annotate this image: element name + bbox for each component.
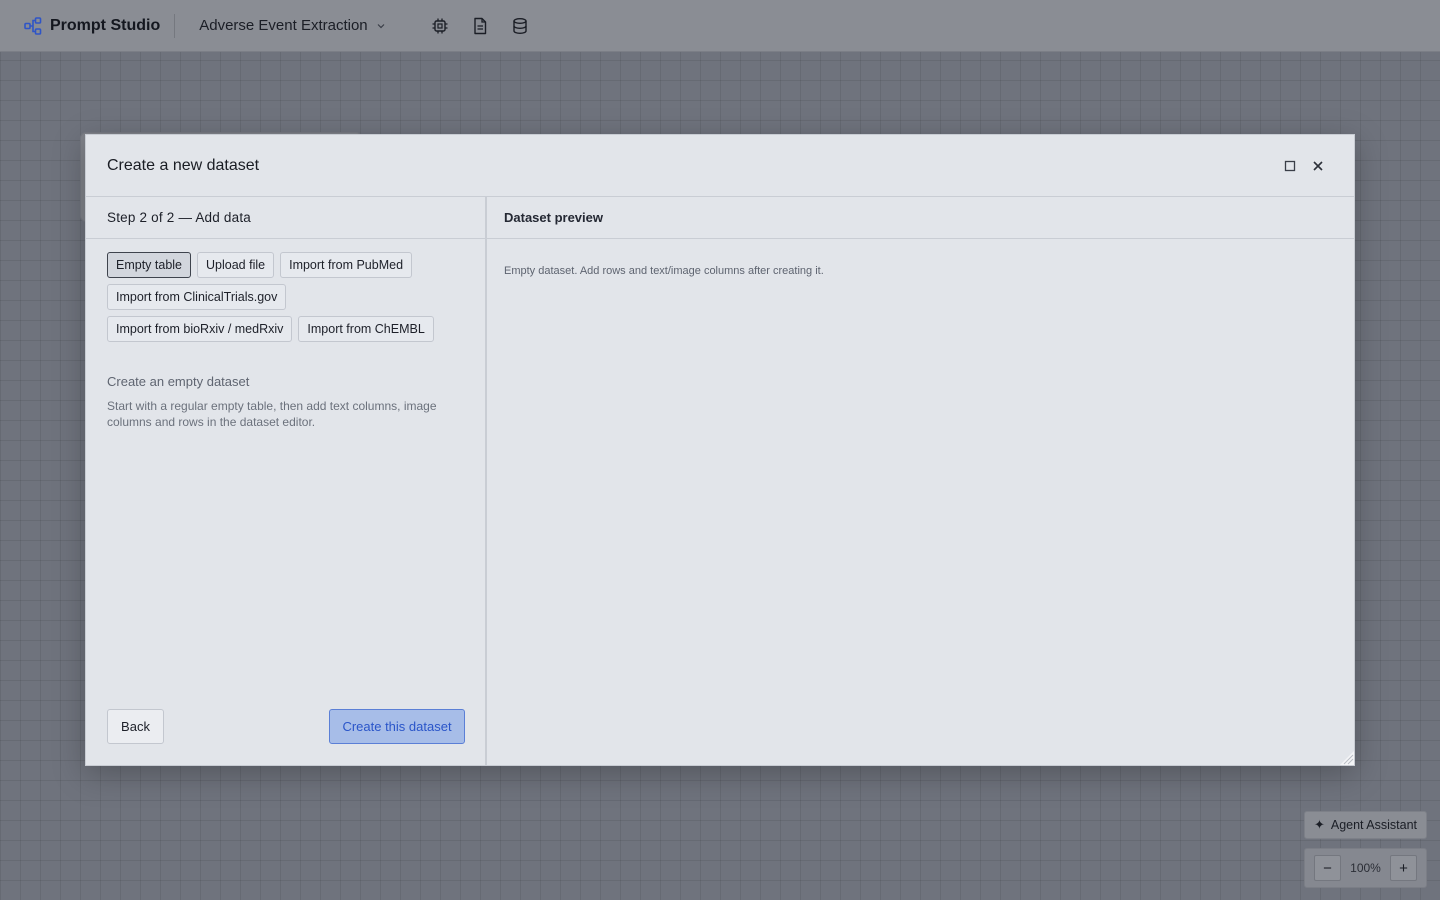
agent-assistant-button[interactable]: ✦ Agent Assistant	[1304, 811, 1427, 839]
agent-assistant-label: Agent Assistant	[1330, 818, 1418, 832]
maximize-icon	[1284, 160, 1296, 172]
dialog-title: Create a new dataset	[107, 156, 260, 174]
description-title: Create an empty dataset	[107, 374, 250, 389]
chip-icon	[432, 18, 448, 33]
brand[interactable]: Prompt Studio	[24, 17, 160, 35]
topbar-divider	[174, 13, 176, 38]
step-label: Step 2 of 2 — Add data	[86, 197, 485, 239]
source-pubmed-button[interactable]: Import from PubMed	[280, 252, 413, 278]
source-upload-file-button[interactable]: Upload file	[197, 252, 275, 278]
create-dataset-dialog: Create a new dataset Step 2 of 2 — Add d…	[85, 134, 1355, 766]
source-empty-table-button[interactable]: Empty table	[107, 252, 192, 278]
preview-empty-message: Empty dataset. Add rows and text/image c…	[504, 265, 824, 277]
description-text: Start with a regular empty table, then a…	[107, 399, 437, 429]
zoom-in-button[interactable]: +	[1389, 855, 1417, 881]
source-options: Empty table Upload file Import from PubM…	[86, 239, 466, 348]
zoom-out-button[interactable]: −	[1314, 855, 1341, 881]
close-icon	[1313, 161, 1323, 171]
app-name: Prompt Studio	[50, 16, 161, 34]
project-switcher[interactable]: Adverse Event Extraction	[199, 17, 385, 34]
documents-button[interactable]	[460, 11, 500, 41]
document-icon	[473, 17, 486, 34]
create-dataset-button[interactable]: Create this dataset	[329, 709, 465, 744]
workflow-logo-icon	[24, 16, 42, 35]
models-button[interactable]	[420, 11, 460, 41]
resize-handle-icon[interactable]	[1340, 751, 1354, 765]
add-data-pane: Step 2 of 2 — Add data Empty table Uploa…	[86, 197, 487, 765]
sparkle-icon: ✦	[1313, 817, 1325, 832]
dialog-header: Create a new dataset	[86, 135, 1354, 197]
back-button[interactable]: Back	[107, 709, 164, 744]
chevron-down-icon	[377, 23, 385, 28]
database-icon	[512, 17, 527, 34]
source-clinicaltrials-button[interactable]: Import from ClinicalTrials.gov	[107, 284, 287, 310]
zoom-level: 100%	[1350, 861, 1381, 875]
project-name: Adverse Event Extraction	[199, 17, 368, 34]
source-description: Create an empty dataset Start with a reg…	[86, 348, 485, 430]
preview-title: Dataset preview	[487, 197, 1354, 239]
source-chembl-button[interactable]: Import from ChEMBL	[298, 316, 434, 342]
top-bar: Prompt Studio Adverse Event Extraction	[0, 0, 1440, 52]
source-biorxiv-button[interactable]: Import from bioRxiv / medRxiv	[107, 316, 293, 342]
dataset-preview-pane: Dataset preview Empty dataset. Add rows …	[487, 197, 1354, 765]
maximize-button[interactable]	[1280, 156, 1300, 176]
close-button[interactable]	[1308, 156, 1328, 176]
datasets-button[interactable]	[500, 11, 540, 41]
zoom-controls: − 100% +	[1304, 848, 1427, 888]
